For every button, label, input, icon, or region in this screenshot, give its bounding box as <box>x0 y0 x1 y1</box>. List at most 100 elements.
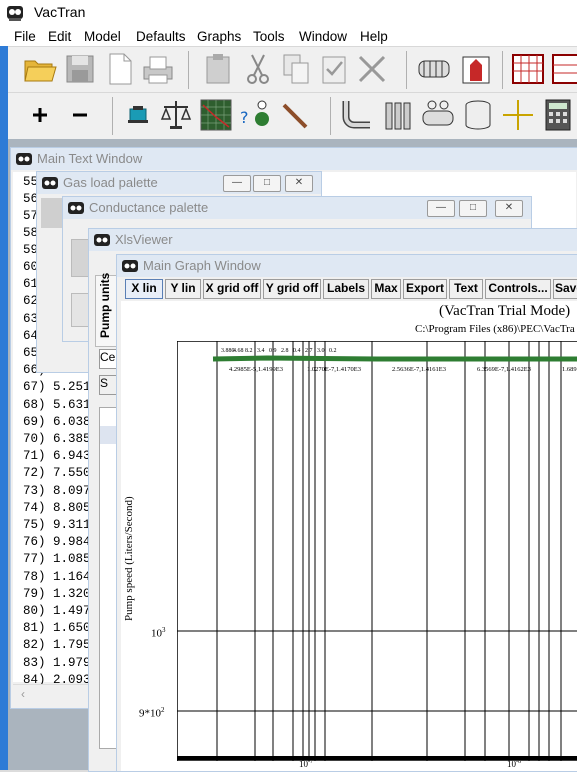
y-grid-off-button[interactable]: Y grid off <box>263 279 321 299</box>
gas-load-titlebar[interactable]: Gas load palette — □ ✕ <box>37 172 321 194</box>
elbow-fitting-icon[interactable] <box>338 97 374 133</box>
svg-text:?: ? <box>240 108 249 127</box>
data-point-label: 2.5636E-7,1.4161E3 <box>392 366 446 373</box>
text-row: 75) 9.311 <box>23 518 91 532</box>
graph-display-icon[interactable] <box>198 97 234 133</box>
pump-speed-curve <box>212 355 577 362</box>
menu-defaults[interactable]: Defaults <box>136 29 186 44</box>
text-row: 69) 6.038 <box>23 414 91 429</box>
gas-load-tool-thumb[interactable] <box>41 198 63 228</box>
graph-grid-red-icon[interactable] <box>510 51 546 87</box>
data-point-label: 8.2 <box>245 348 253 354</box>
text-row: 77) 1.085 <box>23 552 91 567</box>
y-tick-label: 9*102 <box>139 706 165 720</box>
crosshair-icon[interactable] <box>500 97 536 133</box>
controls-button[interactable]: Controls... <box>485 279 551 299</box>
chamber-icon[interactable] <box>458 51 494 87</box>
vactran-window-icon <box>42 177 58 189</box>
y-tick-label: 103 <box>151 626 166 640</box>
copy-icon[interactable] <box>278 51 314 87</box>
balance-scale-icon[interactable] <box>158 97 194 133</box>
data-point-label: 0.4 <box>293 348 301 354</box>
x-grid-off-button[interactable]: X grid off <box>203 279 261 299</box>
y-axis-label: Pump speed (Liters/Second) <box>123 496 135 621</box>
app-title-bar: VacTran <box>0 0 577 26</box>
cut-scissors-icon[interactable] <box>240 51 276 87</box>
save-graph-button[interactable]: Save <box>553 279 577 299</box>
open-folder-icon[interactable] <box>22 51 58 87</box>
text-window-title: Main Text Window <box>37 151 143 166</box>
minus-icon[interactable] <box>62 97 98 133</box>
close-button[interactable]: ✕ <box>495 200 523 217</box>
maximize-button[interactable]: □ <box>459 200 487 217</box>
menu-window[interactable]: Window <box>299 29 347 44</box>
gas-load-title: Gas load palette <box>63 175 158 190</box>
text-row: 74) 8.805 <box>23 500 91 515</box>
new-document-icon[interactable] <box>102 51 138 87</box>
graph-options-icon[interactable] <box>550 51 577 87</box>
maximize-button[interactable]: □ <box>253 175 281 192</box>
printer-icon[interactable] <box>140 51 176 87</box>
graph-button-bar: X lin Y lin X grid off Y grid off Labels… <box>123 279 577 299</box>
menu-edit[interactable]: Edit <box>48 29 71 44</box>
plus-icon[interactable] <box>22 97 58 133</box>
menu-help[interactable]: Help <box>360 29 388 44</box>
pump-system-icon[interactable] <box>416 51 452 87</box>
close-button[interactable]: ✕ <box>285 175 313 192</box>
menu-model[interactable]: Model <box>84 29 121 44</box>
data-point-label: 2.7 <box>305 348 313 354</box>
text-row: 78) 1.164 <box>23 569 91 584</box>
data-point-label: 0.2 <box>329 348 337 354</box>
menu-graphs[interactable]: Graphs <box>197 29 241 44</box>
data-point-label: 1.689 <box>562 366 577 373</box>
text-row: 67) 5.251 <box>23 380 91 395</box>
minimize-button[interactable]: — <box>223 175 251 192</box>
toolbar-secondary: ? <box>8 92 577 140</box>
data-point-label: 3.0 <box>317 348 325 354</box>
text-button[interactable]: Text <box>449 279 483 299</box>
tab-pump-units[interactable]: Pump units <box>95 273 117 347</box>
minimize-button[interactable]: — <box>427 200 455 217</box>
help-gas-icon[interactable]: ? <box>238 97 274 133</box>
save-disk-icon[interactable] <box>62 51 98 87</box>
y-tick-exponent: 3 <box>162 626 166 634</box>
graph-window-titlebar[interactable]: Main Graph Window <box>117 255 577 277</box>
toolbar-separator <box>112 97 113 135</box>
data-point-label: 4.2985E-5,1.4199E3 <box>229 366 283 373</box>
y-lin-button[interactable]: Y lin <box>165 279 201 299</box>
labels-button[interactable]: Labels <box>323 279 369 299</box>
conductance-titlebar[interactable]: Conductance palette — □ ✕ <box>63 197 531 219</box>
delete-x-icon[interactable] <box>354 51 390 87</box>
max-button[interactable]: Max <box>371 279 401 299</box>
pump-chain-icon[interactable] <box>420 97 456 133</box>
xls-viewer-title: XlsViewer <box>115 232 173 247</box>
check-document-icon[interactable] <box>316 51 352 87</box>
calculator-icon[interactable] <box>540 97 576 133</box>
data-point-label: 6.3569E-7,1.4162E3 <box>477 366 531 373</box>
data-point-label: 4.68 <box>233 348 244 354</box>
export-button[interactable]: Export <box>403 279 447 299</box>
trap-icon[interactable] <box>120 97 156 133</box>
clipboard-icon[interactable] <box>200 51 236 87</box>
toolbar-separator <box>188 51 189 89</box>
vactran-window-icon <box>122 260 138 272</box>
vactran-app-icon <box>7 6 23 21</box>
x-lin-button[interactable]: X lin <box>125 279 163 299</box>
xls-field-ce-text: Ce <box>100 350 116 364</box>
text-window-titlebar[interactable]: Main Text Window <box>11 148 577 170</box>
cylinder-volume-icon[interactable] <box>460 97 496 133</box>
text-row: 70) 6.385 <box>23 432 91 446</box>
text-row: 71) 6.943 <box>23 449 91 464</box>
toolbar-separator <box>330 97 331 135</box>
tube-bundle-icon[interactable] <box>380 97 416 133</box>
xls-viewer-titlebar[interactable]: XlsViewer <box>89 229 577 251</box>
pipe-bend-icon[interactable] <box>278 97 314 133</box>
toolbar-separator <box>502 51 503 89</box>
app-title: VacTran <box>34 4 86 20</box>
left-frame-edge <box>0 46 8 770</box>
menu-tools[interactable]: Tools <box>253 29 285 44</box>
graph-window-title: Main Graph Window <box>143 258 261 273</box>
menu-file[interactable]: File <box>14 29 36 44</box>
scroll-left-arrow-icon[interactable]: ‹ <box>21 687 25 701</box>
plot-frame <box>177 341 577 761</box>
